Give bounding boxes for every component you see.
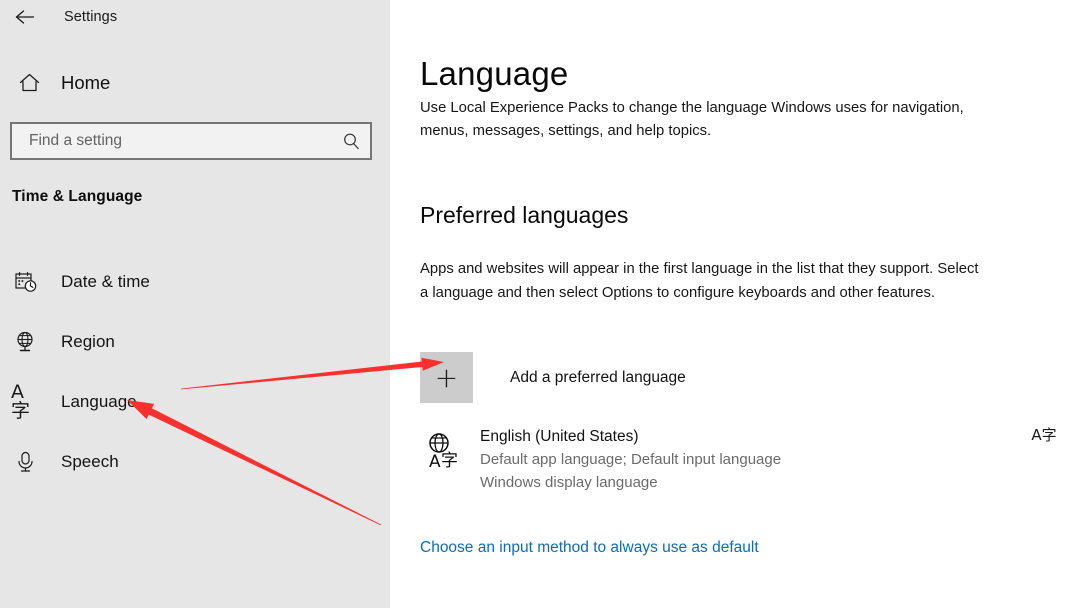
home-icon — [10, 72, 48, 94]
language-globe-icon: A 字 — [420, 426, 470, 472]
scrolled-paragraph: Use Local Experience Packs to change the… — [420, 100, 964, 139]
sidebar-item-region[interactable]: Region — [0, 312, 390, 372]
sidebar-item-language[interactable]: A字 Language — [0, 372, 390, 432]
title-bar: Settings — [0, 0, 390, 34]
sidebar: Settings Home Time & Language — [0, 0, 390, 608]
language-sub-line-1: Default app language; Default input lang… — [480, 451, 782, 468]
sidebar-item-home[interactable]: Home — [0, 64, 390, 102]
sidebar-item-region-label: Region — [61, 332, 115, 351]
sidebar-item-date-time-label: Date & time — [61, 272, 150, 291]
search-icon[interactable] — [332, 131, 370, 152]
add-preferred-language-row[interactable]: + Add a preferred language — [420, 352, 686, 403]
sidebar-item-language-label: Language — [61, 392, 137, 411]
svg-text:A: A — [429, 452, 441, 472]
page-title: Language — [420, 55, 569, 92]
add-preferred-language-label: Add a preferred language — [510, 368, 686, 386]
plus-icon: + — [434, 360, 459, 394]
search-box[interactable] — [10, 122, 372, 160]
microphone-icon — [11, 450, 41, 474]
calendar-clock-icon — [11, 270, 41, 294]
sidebar-nav-list: Date & time Region A字 Language Speech — [0, 252, 390, 492]
sidebar-item-home-label: Home — [61, 72, 111, 93]
back-button[interactable] — [2, 2, 48, 32]
language-sub-line-2: Windows display language — [480, 474, 658, 491]
language-a-character-glyph: A字 — [1031, 426, 1057, 444]
add-preferred-language-button[interactable]: + — [420, 352, 473, 403]
app-title: Settings — [64, 9, 118, 25]
sidebar-item-speech[interactable]: Speech — [0, 432, 390, 492]
main-content: Use Local Experience Packs to change the… — [390, 0, 1085, 608]
sidebar-item-speech-label: Speech — [61, 452, 119, 471]
sidebar-item-date-time[interactable]: Date & time — [0, 252, 390, 312]
language-a-character-icon: A字 — [1028, 426, 1060, 443]
sidebar-group-header: Time & Language — [12, 188, 143, 205]
language-a-character-glyph: A字 — [11, 381, 31, 422]
language-entry-text: English (United States) Default app lang… — [480, 426, 1028, 494]
globe-stand-icon — [11, 330, 41, 354]
section-title-preferred-languages: Preferred languages — [420, 202, 629, 228]
section-description: Apps and websites will appear in the fir… — [420, 261, 979, 301]
language-name: English (United States) — [480, 428, 639, 445]
list-item[interactable]: A 字 English (United States) Default app … — [420, 426, 1060, 494]
back-arrow-icon — [14, 8, 36, 26]
search-input[interactable] — [12, 123, 332, 159]
svg-text:字: 字 — [441, 451, 458, 471]
language-a-character-icon: A字 — [11, 383, 41, 421]
choose-input-method-link[interactable]: Choose an input method to always use as … — [420, 539, 759, 557]
settings-window: Settings Home Time & Language — [0, 0, 1085, 608]
